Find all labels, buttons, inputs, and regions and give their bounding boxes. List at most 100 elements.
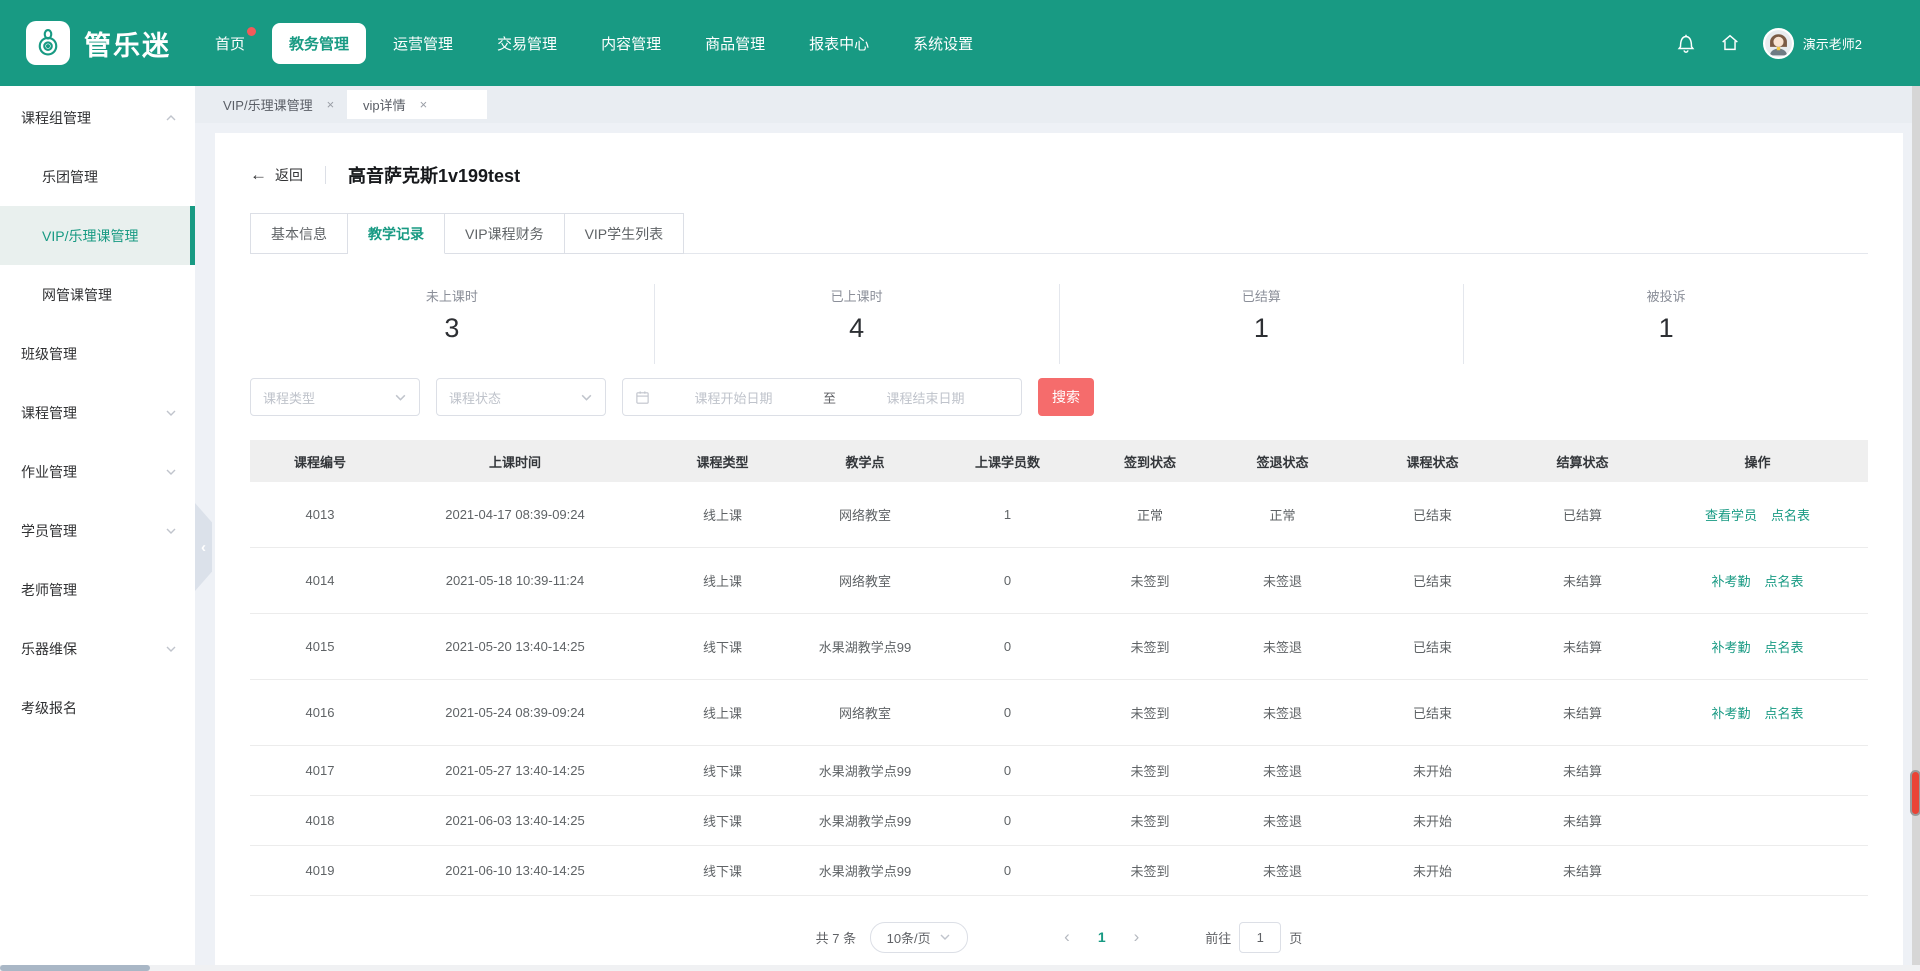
table-row: 40132021-04-17 08:39-09:24线上课网络教室1正常正常已结… <box>250 482 1868 548</box>
cell: 2021-06-10 13:40-14:25 <box>390 863 640 878</box>
app-logo[interactable]: 管乐迷 <box>26 21 171 65</box>
col-checkin-status: 签到状态 <box>1090 452 1210 471</box>
chevron-up-icon <box>165 112 177 124</box>
pagination: 共 7 条 10条/页 ‹ 1 › 前往 页 <box>250 920 1868 954</box>
user-menu[interactable]: 演示老师2 <box>1763 28 1862 59</box>
cell: 0 <box>925 763 1090 778</box>
course-status-select[interactable]: 课程状态 <box>436 378 606 416</box>
cell: 未开始 <box>1355 861 1510 880</box>
horizontal-scrollbar-thumb[interactable] <box>0 965 150 971</box>
sidebar-item-online-admin-course-mgmt[interactable]: 网管课管理 <box>0 265 195 324</box>
nav-operations[interactable]: 运营管理 <box>376 23 470 64</box>
table-row: 40182021-06-03 13:40-14:25线下课水果湖教学点990未签… <box>250 796 1868 846</box>
cell: 水果湖教学点99 <box>805 861 925 880</box>
sidebar-item-vip-course-mgmt[interactable]: VIP/乐理课管理 <box>0 206 195 265</box>
horizontal-scrollbar[interactable] <box>0 965 1920 971</box>
cell: 未签到 <box>1090 637 1210 656</box>
action-link[interactable]: 补考勤 <box>1711 637 1750 656</box>
cell: 2021-04-17 08:39-09:24 <box>390 507 640 522</box>
sidebar-item-orchestra-mgmt[interactable]: 乐团管理 <box>0 147 195 206</box>
workspace-tab-vip-course-mgmt[interactable]: VIP/乐理课管理 × <box>207 90 347 119</box>
action-link[interactable]: 点名表 <box>1765 571 1804 590</box>
table-row: 40162021-05-24 08:39-09:24线上课网络教室0未签到未签退… <box>250 680 1868 746</box>
col-course-type: 课程类型 <box>640 452 805 471</box>
table-row: 40152021-05-20 13:40-14:25线下课水果湖教学点990未签… <box>250 614 1868 680</box>
cell: 4018 <box>250 813 390 828</box>
home-icon[interactable] <box>1719 32 1741 54</box>
action-link[interactable]: 点名表 <box>1765 703 1804 722</box>
cell: 未签到 <box>1090 811 1210 830</box>
row-actions: 查看学员点名表 <box>1655 505 1860 524</box>
cell: 2021-05-18 10:39-11:24 <box>390 573 640 588</box>
page-size-select[interactable]: 10条/页 <box>870 922 968 953</box>
sidebar-item-student-mgmt[interactable]: 学员管理 <box>0 501 195 560</box>
next-page-button[interactable]: › <box>1126 927 1148 947</box>
nav-settings[interactable]: 系统设置 <box>896 23 990 64</box>
cell: 未签退 <box>1210 861 1355 880</box>
table-header-row: 课程编号 上课时间 课程类型 教学点 上课学员数 签到状态 签退状态 课程状态 … <box>250 440 1868 482</box>
prev-page-button[interactable]: ‹ <box>1056 927 1078 947</box>
tab-vip-course-finance[interactable]: VIP课程财务 <box>445 213 565 254</box>
filter-bar: 课程类型 课程状态 <box>250 378 1868 416</box>
search-button[interactable]: 搜索 <box>1038 378 1094 416</box>
sidebar-item-homework-mgmt[interactable]: 作业管理 <box>0 442 195 501</box>
cell: 4014 <box>250 573 390 588</box>
nav-products[interactable]: 商品管理 <box>688 23 782 64</box>
cell: 0 <box>925 639 1090 654</box>
chevron-down-icon <box>165 525 177 537</box>
cell: 0 <box>925 573 1090 588</box>
cell: 0 <box>925 863 1090 878</box>
breadcrumb: ← 返回 高音萨克斯1v199test <box>250 161 1868 189</box>
tab-teaching-records[interactable]: 教学记录 <box>348 213 445 254</box>
table-row: 40142021-05-18 10:39-11:24线上课网络教室0未签到未签退… <box>250 548 1868 614</box>
close-icon[interactable]: × <box>420 97 428 112</box>
cell: 未结算 <box>1510 761 1655 780</box>
sidebar-collapse-handle[interactable]: ‹ <box>195 503 212 591</box>
nav-transactions[interactable]: 交易管理 <box>480 23 574 64</box>
current-page[interactable]: 1 <box>1092 929 1112 945</box>
action-link[interactable]: 补考勤 <box>1711 571 1750 590</box>
back-button[interactable]: 返回 <box>275 165 303 185</box>
cell: 未签到 <box>1090 861 1210 880</box>
nav-reports[interactable]: 报表中心 <box>792 23 886 64</box>
bell-icon[interactable] <box>1675 32 1697 54</box>
workspace-tab-vip-detail[interactable]: vip详情 × <box>347 90 487 119</box>
cell: 未结算 <box>1510 637 1655 656</box>
nav-academic[interactable]: 教务管理 <box>272 23 366 64</box>
back-arrow-icon[interactable]: ← <box>250 165 267 185</box>
course-type-select[interactable]: 课程类型 <box>250 378 420 416</box>
vertical-scrollbar[interactable] <box>1912 86 1920 965</box>
cell: 未结算 <box>1510 703 1655 722</box>
sidebar-item-teacher-mgmt[interactable]: 老师管理 <box>0 560 195 619</box>
detail-tabs: 基本信息 教学记录 VIP课程财务 VIP学生列表 <box>250 213 1868 254</box>
sidebar-item-course-mgmt[interactable]: 课程管理 <box>0 383 195 442</box>
nav-home[interactable]: 首页 <box>198 23 262 64</box>
goto-page-input[interactable] <box>1239 922 1281 953</box>
action-link[interactable]: 点名表 <box>1765 637 1804 656</box>
vertical-scrollbar-thumb[interactable] <box>1910 770 1920 816</box>
table-row: 40172021-05-27 13:40-14:25线下课水果湖教学点990未签… <box>250 746 1868 796</box>
nav-content[interactable]: 内容管理 <box>584 23 678 64</box>
sidebar-item-instrument-maintenance[interactable]: 乐器维保 <box>0 619 195 678</box>
cell: 未签到 <box>1090 703 1210 722</box>
chevron-down-icon <box>394 391 407 404</box>
sidebar-item-exam-registration[interactable]: 考级报名 <box>0 678 195 737</box>
date-separator: 至 <box>817 388 842 407</box>
cell: 已结束 <box>1355 505 1510 524</box>
chevron-down-icon <box>165 407 177 419</box>
cell: 4019 <box>250 863 390 878</box>
cell: 未签退 <box>1210 761 1355 780</box>
action-link[interactable]: 补考勤 <box>1711 703 1750 722</box>
action-link[interactable]: 点名表 <box>1771 505 1810 524</box>
sidebar-item-course-group-mgmt[interactable]: 课程组管理 <box>0 88 195 147</box>
date-start-placeholder: 课程开始日期 <box>650 388 817 407</box>
sidebar-item-class-mgmt[interactable]: 班级管理 <box>0 324 195 383</box>
app-header: 管乐迷 首页 教务管理 运营管理 交易管理 内容管理 商品管理 报表中心 系统设… <box>0 0 1920 86</box>
instrument-logo-icon <box>26 21 70 65</box>
col-checkout-status: 签退状态 <box>1210 452 1355 471</box>
date-range-picker[interactable]: 课程开始日期 至 课程结束日期 <box>622 378 1022 416</box>
tab-basic-info[interactable]: 基本信息 <box>250 213 348 254</box>
action-link[interactable]: 查看学员 <box>1705 505 1757 524</box>
tab-vip-student-list[interactable]: VIP学生列表 <box>565 213 685 254</box>
close-icon[interactable]: × <box>327 97 335 112</box>
